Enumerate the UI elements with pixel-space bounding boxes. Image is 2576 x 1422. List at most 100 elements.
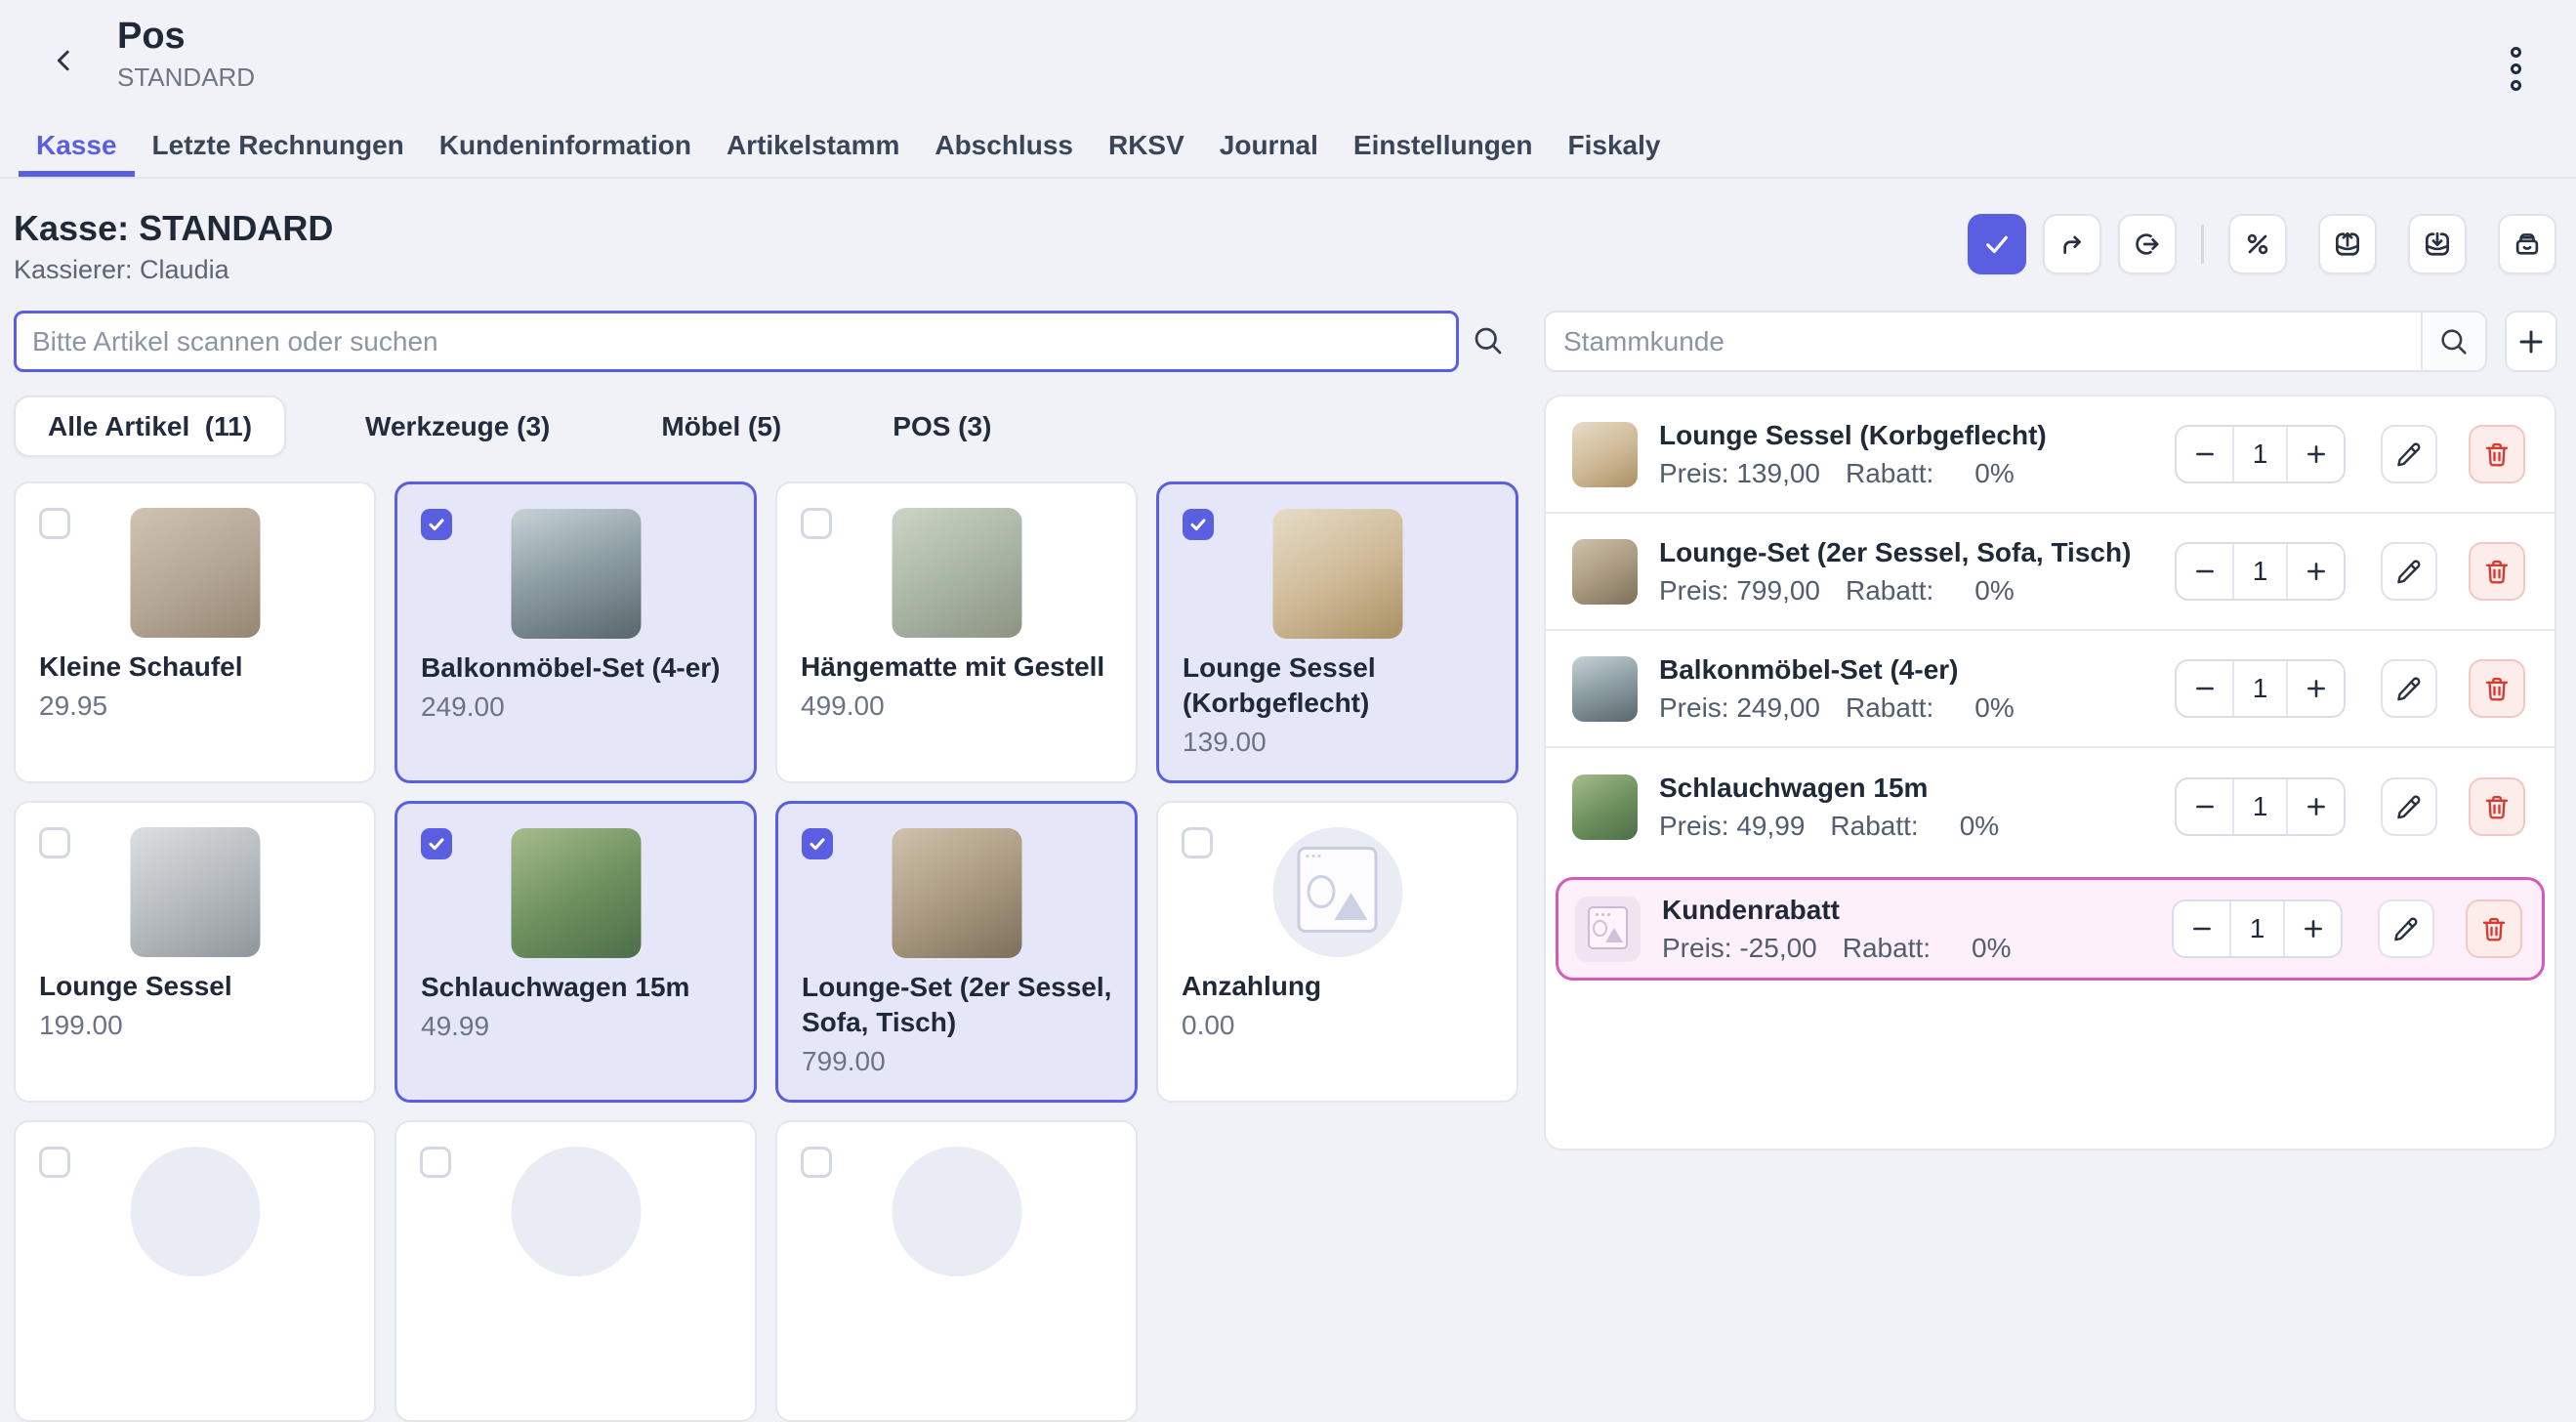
- plus-icon: [2515, 326, 2547, 357]
- quantity-value[interactable]: 1: [2232, 544, 2288, 599]
- product-card[interactable]: Anzahlung 0.00: [1156, 801, 1518, 1103]
- tab-artikelstamm[interactable]: Artikelstamm: [709, 115, 917, 177]
- product-checkbox[interactable]: [39, 1147, 70, 1178]
- delete-item-button[interactable]: [2466, 899, 2522, 958]
- decrease-quantity-button[interactable]: [2177, 544, 2232, 599]
- product-card-partial[interactable]: [395, 1120, 757, 1422]
- cart-item-image: [1572, 774, 1638, 840]
- product-checkbox[interactable]: [802, 828, 833, 859]
- filter-moebel[interactable]: Möbel (5): [629, 396, 813, 457]
- corner-up-right-icon: [2057, 229, 2088, 260]
- edit-item-button[interactable]: [2378, 899, 2434, 958]
- add-customer-button[interactable]: [2505, 311, 2557, 372]
- filter-pos[interactable]: POS (3): [860, 396, 1023, 457]
- edit-item-button[interactable]: [2381, 659, 2437, 718]
- tab-fiskaly[interactable]: Fiskaly: [1550, 115, 1678, 177]
- quantity-stepper: 1: [2175, 425, 2346, 483]
- cash-in-button[interactable]: [2408, 214, 2467, 274]
- article-search-input[interactable]: [17, 314, 1456, 369]
- increase-quantity-button[interactable]: [2288, 544, 2344, 599]
- logout-button[interactable]: [2118, 214, 2177, 274]
- customer-search-button[interactable]: [2421, 313, 2485, 370]
- search-icon[interactable]: [1471, 323, 1506, 358]
- increase-quantity-button[interactable]: [2288, 779, 2344, 834]
- product-card[interactable]: Kleine Schaufel 29.95: [14, 481, 376, 783]
- product-checkbox[interactable]: [801, 1147, 832, 1178]
- product-card[interactable]: Lounge Sessel 199.00: [14, 801, 376, 1103]
- product-checkbox[interactable]: [421, 509, 452, 540]
- cart-item-rabatt-label: Rabatt:: [1843, 933, 1931, 964]
- tab-letzte-rechnungen[interactable]: Letzte Rechnungen: [135, 115, 422, 177]
- product-image: [892, 828, 1021, 958]
- quantity-stepper: 1: [2175, 659, 2346, 718]
- decrease-quantity-button[interactable]: [2177, 661, 2232, 716]
- tab-journal[interactable]: Journal: [1202, 115, 1336, 177]
- check-icon: [1187, 514, 1209, 535]
- quantity-value[interactable]: 1: [2232, 427, 2288, 481]
- product-image: [130, 827, 260, 957]
- product-name: Anzahlung: [1182, 969, 1497, 1004]
- increase-quantity-button[interactable]: [2285, 901, 2341, 956]
- discount-button[interactable]: [2228, 214, 2287, 274]
- product-checkbox[interactable]: [421, 828, 452, 859]
- quantity-value[interactable]: 1: [2229, 901, 2285, 956]
- increase-quantity-button[interactable]: [2288, 661, 2344, 716]
- tab-kundeninformation[interactable]: Kundeninformation: [422, 115, 709, 177]
- filter-werkzeuge[interactable]: Werkzeuge (3): [333, 396, 582, 457]
- customer-search-input[interactable]: [1546, 313, 2421, 370]
- product-checkbox[interactable]: [39, 508, 70, 539]
- decrease-quantity-button[interactable]: [2174, 901, 2229, 956]
- increase-quantity-button[interactable]: [2288, 427, 2344, 481]
- product-card-partial[interactable]: [14, 1120, 376, 1422]
- redo-button[interactable]: [2043, 214, 2101, 274]
- kebab-menu-icon[interactable]: [2511, 47, 2521, 91]
- delete-item-button[interactable]: [2469, 542, 2525, 601]
- quantity-value[interactable]: 1: [2232, 779, 2288, 834]
- cash-drawer-button[interactable]: [2498, 214, 2556, 274]
- cart-item-rabatt-value: 0%: [1974, 575, 2014, 606]
- product-checkbox[interactable]: [420, 1147, 451, 1178]
- product-card[interactable]: Lounge Sessel (Korbgeflecht) 139.00: [1156, 481, 1518, 783]
- cart-item-price: Preis: 249,00: [1659, 692, 1820, 724]
- delete-item-button[interactable]: [2469, 777, 2525, 836]
- filter-alle-artikel[interactable]: Alle Artikel (11): [14, 396, 286, 457]
- cart-item-price: Preis: 49,99: [1659, 811, 1805, 842]
- app-subtitle: STANDARD: [117, 63, 255, 93]
- edit-item-button[interactable]: [2381, 777, 2437, 836]
- cart-item-price: Preis: 139,00: [1659, 458, 1820, 489]
- delete-item-button[interactable]: [2469, 659, 2525, 718]
- cash-out-button[interactable]: [2318, 214, 2377, 274]
- product-name: Lounge-Set (2er Sessel, Sofa, Tisch): [802, 970, 1115, 1040]
- product-card-partial[interactable]: [775, 1120, 1138, 1422]
- decrease-quantity-button[interactable]: [2177, 779, 2232, 834]
- tab-abschluss[interactable]: Abschluss: [917, 115, 1091, 177]
- trash-icon: [2482, 674, 2512, 703]
- confirm-button[interactable]: [1968, 214, 2026, 274]
- edit-item-button[interactable]: [2381, 542, 2437, 601]
- quantity-value[interactable]: 1: [2232, 661, 2288, 716]
- product-card[interactable]: Schlauchwagen 15m 49.99: [395, 801, 757, 1103]
- check-icon: [807, 833, 828, 855]
- trash-icon: [2482, 792, 2512, 821]
- tab-kasse[interactable]: Kasse: [19, 115, 135, 177]
- product-card[interactable]: Hängematte mit Gestell 499.00: [775, 481, 1138, 783]
- product-card[interactable]: Balkonmöbel-Set (4-er) 249.00: [395, 481, 757, 783]
- delete-item-button[interactable]: [2469, 425, 2525, 483]
- cart-item-row: Lounge Sessel (Korbgeflecht) Preis: 139,…: [1546, 397, 2555, 514]
- tab-rksv[interactable]: RKSV: [1091, 115, 1202, 177]
- image-placeholder-icon: [511, 1147, 641, 1276]
- product-checkbox[interactable]: [1183, 509, 1214, 540]
- product-card[interactable]: Lounge-Set (2er Sessel, Sofa, Tisch) 799…: [775, 801, 1138, 1103]
- edit-item-button[interactable]: [2381, 425, 2437, 483]
- cart-item-name: Schlauchwagen 15m: [1659, 773, 2175, 804]
- product-price: 199.00: [39, 1010, 354, 1041]
- product-checkbox[interactable]: [39, 827, 70, 858]
- tab-einstellungen[interactable]: Einstellungen: [1336, 115, 1551, 177]
- product-checkbox[interactable]: [1182, 827, 1213, 858]
- cart-item-image: [1572, 422, 1638, 487]
- back-button[interactable]: [43, 39, 86, 82]
- decrease-quantity-button[interactable]: [2177, 427, 2232, 481]
- cart-item-rabatt-label: Rabatt:: [1846, 575, 1933, 606]
- product-checkbox[interactable]: [801, 508, 832, 539]
- cart-item-row-discount: Kundenrabatt Preis: -25,00Rabatt:0% 1: [1556, 877, 2545, 981]
